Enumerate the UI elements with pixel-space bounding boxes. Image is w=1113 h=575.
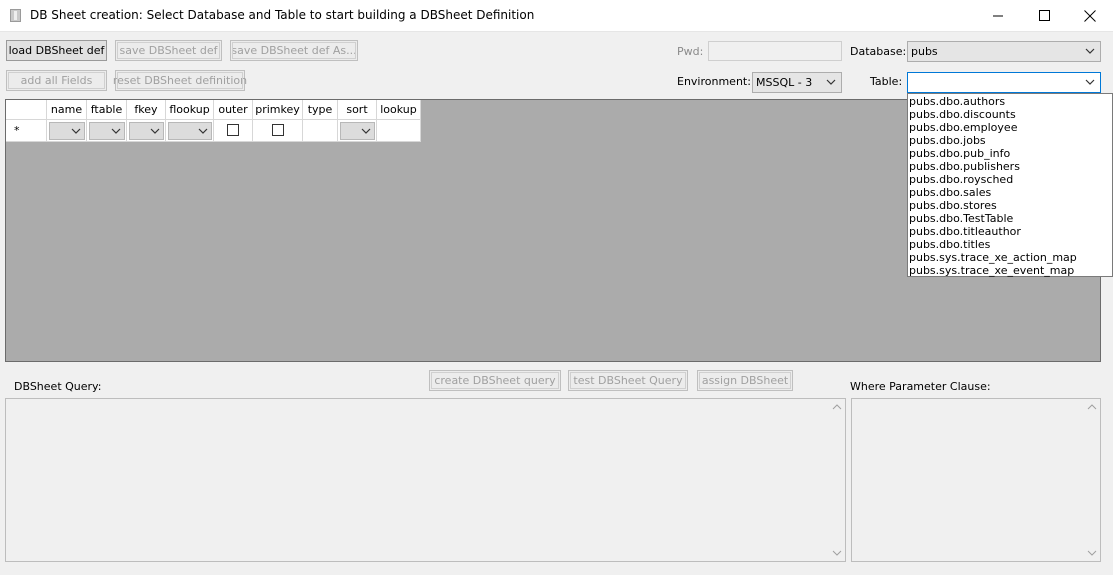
list-item[interactable]: pubs.sys.trace_xe_action_map xyxy=(909,251,1077,264)
maximize-icon xyxy=(1038,10,1050,21)
column-header-sort[interactable]: sort xyxy=(338,100,377,120)
list-item[interactable]: pubs.dbo.publishers xyxy=(909,160,1020,173)
minimize-button[interactable] xyxy=(975,0,1021,31)
create-dbsheet-query-button[interactable]: create DBSheet query xyxy=(429,370,561,391)
app-icon xyxy=(10,9,21,22)
list-item[interactable]: pubs.sys.trace_xe_event_map xyxy=(909,264,1074,277)
save-dbsheet-def-as-button[interactable]: save DBSheet def As... xyxy=(230,40,358,61)
primkey-checkbox[interactable] xyxy=(272,124,284,136)
cell-ftable[interactable] xyxy=(87,120,127,142)
chevron-down-icon xyxy=(826,79,836,85)
reset-dbsheet-definition-button[interactable]: reset DBSheet definition xyxy=(113,70,247,91)
where-parameter-clause-label: Where Parameter Clause: xyxy=(850,380,991,393)
column-header-lookup[interactable]: lookup xyxy=(377,100,421,120)
cell-primkey[interactable] xyxy=(253,120,303,142)
column-header-primkey[interactable]: primkey xyxy=(253,100,303,120)
column-header-flookup[interactable]: flookup xyxy=(166,100,214,120)
dbsheet-query-textarea[interactable] xyxy=(5,398,846,562)
close-icon xyxy=(1084,9,1096,22)
list-item[interactable]: pubs.dbo.authors xyxy=(909,95,1005,108)
column-header-type[interactable]: type xyxy=(303,100,338,120)
query-scrollbar[interactable] xyxy=(828,399,845,561)
cell-type[interactable] xyxy=(303,120,338,142)
dbsheet-query-label: DBSheet Query: xyxy=(14,380,102,393)
environment-value: MSSQL - 3 xyxy=(756,76,813,89)
pwd-field[interactable] xyxy=(708,41,842,61)
chevron-down-icon xyxy=(1085,79,1095,85)
list-item[interactable]: pubs.dbo.sales xyxy=(909,186,991,199)
grid-corner-header xyxy=(6,100,47,120)
column-header-ftable[interactable]: ftable xyxy=(87,100,127,120)
environment-select[interactable]: MSSQL - 3 xyxy=(752,72,842,93)
scroll-down-icon[interactable] xyxy=(832,549,842,557)
list-item[interactable]: pubs.dbo.employee xyxy=(909,121,1017,134)
table-select[interactable] xyxy=(907,72,1101,93)
chevron-down-icon xyxy=(111,128,121,134)
chevron-down-icon xyxy=(361,128,371,134)
where-scrollbar[interactable] xyxy=(1083,399,1100,561)
minimize-icon xyxy=(992,15,1003,17)
maximize-button[interactable] xyxy=(1021,0,1067,31)
list-item[interactable]: pubs.dbo.TestTable xyxy=(909,212,1013,225)
table-label: Table: xyxy=(870,75,903,88)
cell-lookup[interactable] xyxy=(377,120,421,142)
scroll-up-icon[interactable] xyxy=(1087,403,1097,411)
cell-sort[interactable] xyxy=(338,120,377,142)
database-value: pubs xyxy=(911,45,938,58)
list-item[interactable]: pubs.dbo.roysched xyxy=(909,173,1013,186)
cell-name[interactable] xyxy=(47,120,87,142)
where-parameter-clause-textarea[interactable] xyxy=(851,398,1101,562)
assign-dbsheet-button[interactable]: assign DBSheet xyxy=(697,370,793,391)
scroll-up-icon[interactable] xyxy=(832,403,842,411)
list-item[interactable]: pubs.dbo.stores xyxy=(909,199,997,212)
chevron-down-icon xyxy=(71,128,81,134)
list-item[interactable]: pubs.dbo.pub_info xyxy=(909,147,1010,160)
list-item[interactable]: pubs.dbo.titles xyxy=(909,238,990,251)
database-label: Database: xyxy=(850,45,907,58)
cell-fkey[interactable] xyxy=(127,120,166,142)
list-item[interactable]: pubs.dbo.jobs xyxy=(909,134,986,147)
column-header-outer[interactable]: outer xyxy=(214,100,253,120)
chevron-down-icon xyxy=(150,128,160,134)
table-dropdown-list[interactable]: pubs.dbo.authors pubs.dbo.discounts pubs… xyxy=(907,93,1113,277)
title-bar[interactable]: DB Sheet creation: Select Database and T… xyxy=(0,0,1113,32)
load-dbsheet-def-button[interactable]: load DBSheet def xyxy=(6,40,107,61)
save-dbsheet-def-button[interactable]: save DBSheet def xyxy=(115,40,222,61)
add-all-fields-button[interactable]: add all Fields xyxy=(6,70,107,91)
test-dbsheet-query-button[interactable]: test DBSheet Query xyxy=(568,370,688,391)
column-header-fkey[interactable]: fkey xyxy=(127,100,166,120)
list-item[interactable]: pubs.dbo.titleauthor xyxy=(909,225,1021,238)
list-item[interactable]: pubs.dbo.discounts xyxy=(909,108,1016,121)
column-header-name[interactable]: name xyxy=(47,100,87,120)
window-title: DB Sheet creation: Select Database and T… xyxy=(30,8,535,22)
environment-label: Environment: xyxy=(677,75,751,88)
cell-flookup[interactable] xyxy=(166,120,214,142)
close-button[interactable] xyxy=(1067,0,1113,31)
cell-outer[interactable] xyxy=(214,120,253,142)
outer-checkbox[interactable] xyxy=(227,124,239,136)
database-select[interactable]: pubs xyxy=(907,41,1101,62)
chevron-down-icon xyxy=(1085,48,1095,54)
chevron-down-icon xyxy=(198,128,208,134)
pwd-label: Pwd: xyxy=(677,45,704,58)
new-row-marker: * xyxy=(6,120,47,142)
scroll-down-icon[interactable] xyxy=(1087,549,1097,557)
